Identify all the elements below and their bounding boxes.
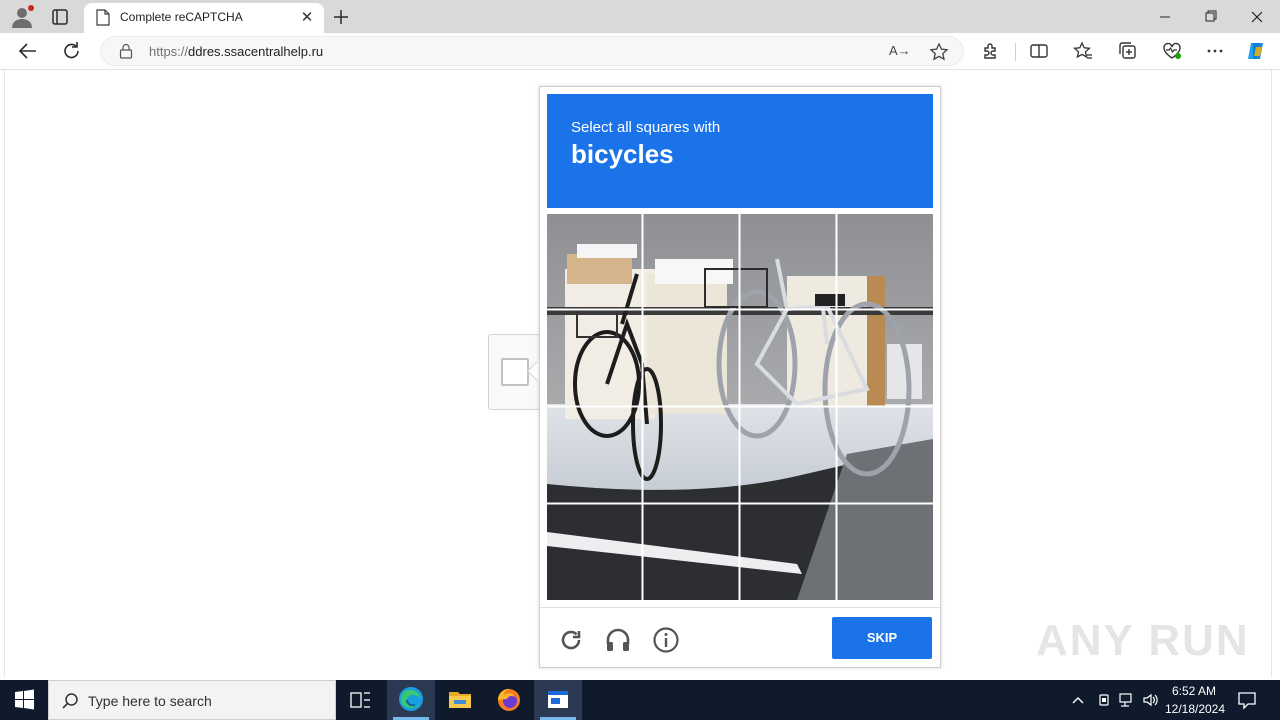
application-window-icon[interactable] — [534, 680, 582, 720]
challenge-tile[interactable] — [644, 214, 741, 311]
window-close-icon[interactable] — [1242, 6, 1272, 28]
favorites-icon[interactable] — [1072, 40, 1094, 62]
watermark-text: ANY RUN — [1036, 616, 1250, 665]
challenge-reload-icon[interactable] — [557, 626, 585, 654]
clock-time[interactable]: 6:52 AM — [1166, 684, 1222, 698]
new-tab-plus-icon[interactable] — [330, 6, 352, 28]
challenge-tile[interactable] — [644, 504, 741, 601]
anyrun-watermark: ANY RUN — [1036, 610, 1248, 670]
challenge-tile[interactable] — [837, 311, 934, 408]
notification-center-icon[interactable] — [1236, 690, 1258, 710]
skip-button[interactable]: SKIP — [832, 617, 932, 659]
headphones-icon[interactable] — [604, 626, 632, 654]
extensions-puzzle-icon[interactable] — [980, 40, 1002, 62]
firefox-icon[interactable] — [485, 680, 533, 720]
volume-icon[interactable] — [1142, 692, 1160, 708]
back-arrow-icon[interactable] — [16, 40, 40, 62]
collections-icon[interactable] — [1117, 40, 1139, 62]
browser-essentials-heart-icon[interactable] — [1161, 40, 1183, 62]
recaptcha-challenge-frame: Select all squares with bicycles SKIP — [539, 86, 941, 668]
tab-close-icon[interactable]: ✕ — [298, 9, 316, 27]
search-placeholder: Type here to search — [88, 693, 212, 709]
challenge-tile[interactable] — [644, 407, 741, 504]
challenge-tile[interactable] — [740, 504, 837, 601]
file-explorer-icon[interactable] — [436, 680, 484, 720]
info-icon[interactable] — [652, 626, 680, 654]
challenge-tile[interactable] — [644, 311, 741, 408]
tab-title: Complete reCAPTCHA — [120, 10, 243, 24]
browser-tab-active[interactable]: Complete reCAPTCHA ✕ — [84, 3, 324, 33]
url-text[interactable]: https://ddres.ssacentralhelp.ru — [149, 44, 323, 59]
challenge-tile[interactable] — [547, 311, 644, 408]
challenge-footer-divider — [540, 607, 940, 608]
read-aloud-icon[interactable]: A→ — [889, 43, 911, 61]
lock-icon[interactable] — [119, 43, 133, 59]
window-minimize-icon[interactable] — [1150, 6, 1180, 28]
challenge-tile[interactable] — [547, 214, 644, 311]
windows-taskbar: Type here to search 6:52 AM 12/18/2024 — [0, 680, 1280, 720]
challenge-tile[interactable] — [547, 407, 644, 504]
url-scheme: https:// — [149, 44, 189, 59]
edge-browser-icon[interactable] — [387, 680, 435, 720]
clock-date[interactable]: 12/18/2024 — [1162, 702, 1228, 716]
url-host: ddres.ssacentralhelp.ru — [188, 44, 324, 59]
star-icon[interactable] — [929, 42, 949, 62]
challenge-prompt: Select all squares with — [571, 119, 721, 136]
browser-tab-strip: Complete reCAPTCHA ✕ — [0, 0, 1280, 33]
challenge-target-object: bicycles — [571, 139, 674, 169]
split-screen-icon[interactable] — [1028, 40, 1050, 62]
more-options-icon[interactable] — [1204, 40, 1226, 62]
challenge-tile[interactable] — [837, 407, 934, 504]
profile-alert-badge — [28, 5, 34, 11]
window-restore-icon[interactable] — [1196, 6, 1226, 28]
recaptcha-checkbox[interactable] — [501, 358, 529, 386]
challenge-tile[interactable] — [547, 504, 644, 601]
challenge-tile[interactable] — [740, 214, 837, 311]
windows-start-icon[interactable] — [0, 680, 48, 720]
challenge-tile[interactable] — [740, 407, 837, 504]
network-icon[interactable] — [1118, 692, 1136, 708]
challenge-tile[interactable] — [837, 504, 934, 601]
toolbar-separator — [1015, 43, 1016, 61]
address-bar[interactable]: https://ddres.ssacentralhelp.ru A→ — [100, 36, 964, 66]
show-hidden-icons-chevron-icon[interactable] — [1070, 692, 1086, 708]
copilot-icon[interactable] — [1245, 40, 1267, 62]
page-icon — [96, 9, 110, 26]
challenge-image-grid — [547, 214, 933, 600]
tab-actions-icon[interactable] — [50, 7, 70, 27]
reload-icon[interactable] — [60, 40, 84, 62]
usb-device-icon[interactable] — [1096, 692, 1112, 708]
task-view-icon[interactable] — [336, 680, 384, 720]
challenge-header: Select all squares with bicycles — [547, 94, 933, 208]
search-icon — [61, 692, 79, 710]
taskbar-search-box[interactable]: Type here to search — [48, 680, 336, 720]
challenge-tile[interactable] — [837, 214, 934, 311]
challenge-tile[interactable] — [740, 311, 837, 408]
